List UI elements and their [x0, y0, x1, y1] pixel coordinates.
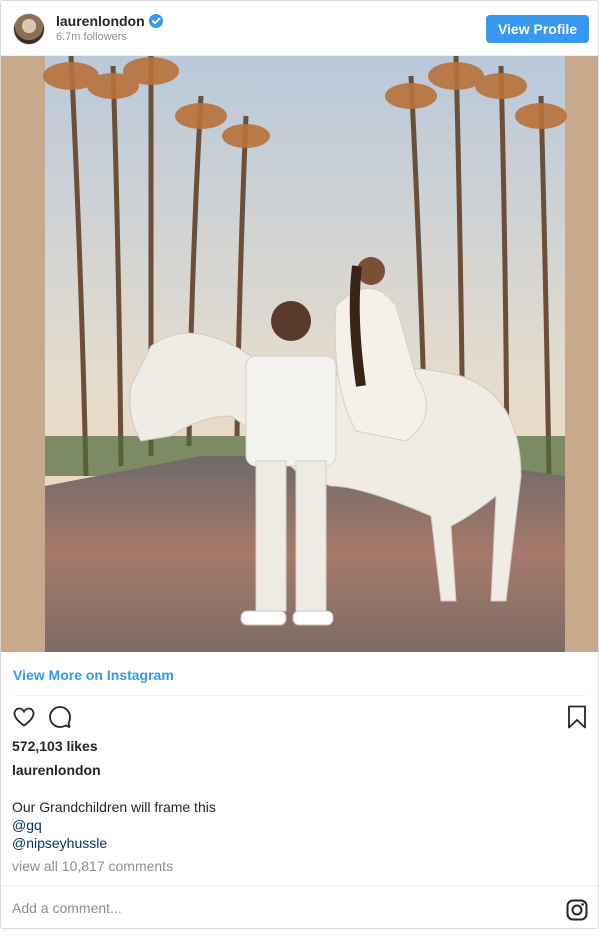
add-comment-bar: Add a comment... — [1, 885, 598, 928]
mention-link[interactable]: @nipseyhussle — [12, 834, 216, 852]
username-link[interactable]: laurenlondon — [56, 13, 145, 29]
heart-icon[interactable] — [12, 705, 36, 729]
follower-count: 6.7m followers — [56, 31, 127, 43]
mention-link[interactable]: @gq — [12, 816, 216, 834]
instagram-embed-card: laurenlondon 6.7m followers View Profile — [0, 0, 599, 929]
post-caption: Our Grandchildren will frame this @gq @n… — [12, 798, 216, 852]
comment-icon[interactable] — [48, 705, 72, 729]
divider — [13, 695, 587, 696]
like-count[interactable]: 572,103 likes — [12, 738, 98, 754]
post-owner-username[interactable]: laurenlondon — [12, 762, 101, 778]
post-photo[interactable] — [1, 56, 598, 652]
view-all-comments-link[interactable]: view all 10,817 comments — [12, 858, 173, 874]
bookmark-icon[interactable] — [567, 705, 587, 729]
avatar[interactable] — [13, 13, 45, 45]
instagram-logo-icon[interactable] — [566, 899, 588, 921]
add-comment-input[interactable]: Add a comment... — [12, 900, 122, 916]
verified-badge-icon — [149, 14, 163, 28]
view-profile-button[interactable]: View Profile — [486, 15, 589, 43]
view-more-on-instagram-link[interactable]: View More on Instagram — [13, 667, 174, 683]
caption-text: Our Grandchildren will frame this — [12, 799, 216, 815]
post-header: laurenlondon 6.7m followers View Profile — [1, 1, 598, 56]
